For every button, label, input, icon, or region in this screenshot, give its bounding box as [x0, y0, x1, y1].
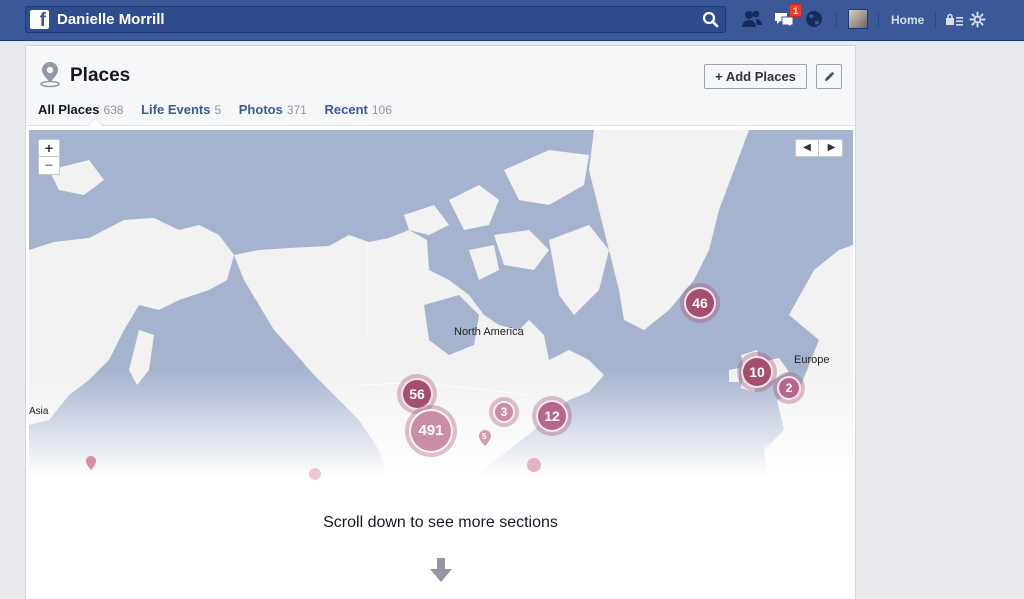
tab-label: Photos: [238, 102, 283, 117]
map-cluster-west-coast[interactable]: 56: [401, 378, 433, 410]
avatar[interactable]: [848, 9, 868, 29]
map-cluster-greenland[interactable]: 46: [684, 287, 716, 319]
facebook-logo-icon[interactable]: f: [30, 10, 49, 29]
prev-arrow-button[interactable]: ◀: [796, 140, 819, 156]
add-places-button[interactable]: + Add Places: [704, 64, 807, 89]
edit-button[interactable]: [816, 64, 842, 89]
notification-badge[interactable]: 1: [789, 4, 803, 17]
tab-all-places[interactable]: All Places 638: [38, 102, 123, 117]
divider: [836, 12, 837, 28]
tab-count: 638: [103, 103, 124, 117]
search-icon[interactable]: [702, 11, 719, 28]
map-pager: ◀ ▶: [795, 139, 843, 157]
friend-requests-icon[interactable]: [741, 9, 763, 29]
pencil-icon: [825, 71, 835, 81]
tab-count: 5: [214, 103, 222, 117]
arrow-down-icon: [430, 558, 452, 582]
tab-count: 106: [371, 103, 392, 117]
tab-label: Life Events: [141, 102, 211, 117]
zoom-control: + −: [38, 139, 60, 175]
map-pin-icon[interactable]: [85, 455, 97, 471]
page-title: Places: [70, 65, 131, 86]
divider: [935, 12, 936, 28]
map-label-europe: Europe: [794, 354, 830, 366]
places-tabs: All Places 638 Life Events 5 Photos 371 Rec…: [38, 102, 406, 117]
tab-label: All Places: [38, 102, 100, 117]
map-label-asia: Asia: [29, 406, 49, 417]
map-pin-icon: [40, 62, 60, 88]
map-cluster-california[interactable]: 491: [409, 409, 453, 453]
map-cluster-midwest[interactable]: 3: [493, 401, 515, 423]
map-pin-faded[interactable]: [309, 468, 321, 480]
places-card: Places + Add Places All Places 638 Life E…: [25, 45, 856, 599]
map-cluster-central-europe[interactable]: 2: [777, 376, 801, 400]
map-cluster-east-coast[interactable]: 12: [536, 400, 568, 432]
next-arrow-button[interactable]: ▶: [820, 140, 843, 156]
home-link[interactable]: Home: [891, 13, 924, 27]
privacy-shortcuts-icon[interactable]: [945, 12, 965, 28]
settings-gear-icon[interactable]: [969, 11, 986, 28]
tab-label: Recent: [324, 102, 368, 117]
tab-count: 371: [286, 103, 307, 117]
map-label-north-america: North America: [454, 326, 524, 338]
tab-caret: [88, 119, 102, 126]
tab-life-events[interactable]: Life Events 5: [141, 102, 221, 117]
map-pin-faded[interactable]: [527, 458, 541, 472]
notifications-globe-icon[interactable]: [803, 9, 825, 29]
user-name[interactable]: Danielle Morrill: [57, 11, 165, 28]
top-bar: f Danielle Morrill 1 Home: [0, 0, 1024, 41]
zoom-out-button[interactable]: −: [39, 157, 59, 174]
zoom-in-button[interactable]: +: [39, 140, 59, 157]
tab-photos[interactable]: Photos 371: [239, 102, 307, 117]
map-pin-count: 5: [482, 432, 487, 441]
places-map[interactable]: North America Europe Asia + − ◀ ▶ 46 56 …: [29, 130, 853, 482]
search-box[interactable]: f Danielle Morrill: [25, 6, 726, 33]
tab-recent[interactable]: Recent 106: [324, 102, 391, 117]
places-header: Places + Add Places All Places 638 Life E…: [26, 46, 855, 126]
divider: [878, 12, 879, 28]
map-cluster-uk[interactable]: 10: [741, 356, 773, 388]
scroll-message: Scroll down to see more sections: [323, 514, 558, 531]
